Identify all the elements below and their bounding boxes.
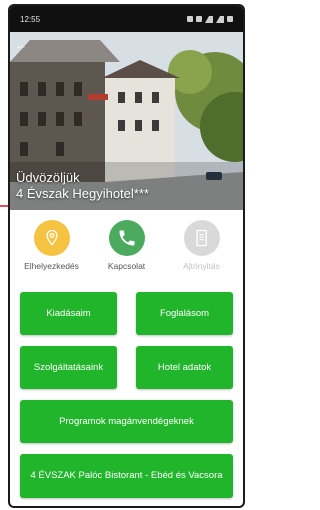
expenses-button[interactable]: Kiadásaim bbox=[20, 292, 117, 335]
location-action[interactable]: Elhelyezkedés bbox=[17, 220, 87, 280]
contact-label: Kapcsolat bbox=[107, 261, 146, 271]
phone-screen: 12:55 ← Üdvözöljük 4 Évszak Hegyihotel**… bbox=[8, 4, 245, 508]
menu-row: 4 ÉVSZAK Palóc Bistorant - Ebéd és Vacso… bbox=[20, 454, 233, 498]
notification-icon bbox=[187, 16, 193, 22]
hero-image: ← Üdvözöljük 4 Évszak Hegyihotel*** bbox=[10, 32, 243, 210]
services-button[interactable]: Szolgáltatásaink bbox=[20, 346, 117, 389]
page: 12:55 ← Üdvözöljük 4 Évszak Hegyihotel**… bbox=[0, 0, 247, 510]
contact-button[interactable] bbox=[108, 220, 145, 256]
action-row: Elhelyezkedés Kapcsolat Ajtónyitás bbox=[10, 210, 243, 280]
hero-title: Üdvözöljük 4 Évszak Hegyihotel*** bbox=[16, 170, 149, 202]
welcome-text: Üdvözöljük bbox=[16, 170, 80, 185]
hotel-name: 4 Évszak Hegyihotel*** bbox=[16, 186, 149, 201]
door-open-button[interactable] bbox=[183, 220, 220, 256]
menu-grid: Kiadásaim Foglalásom Szolgáltatásaink Ho… bbox=[10, 280, 243, 498]
wifi-icon bbox=[205, 15, 213, 23]
programs-button[interactable]: Programok magánvendégeknek bbox=[20, 400, 233, 443]
menu-row: Szolgáltatásaink Hotel adatok bbox=[20, 346, 233, 389]
status-time: 12:55 bbox=[20, 14, 41, 24]
notification-icon bbox=[196, 16, 202, 22]
signal-icon bbox=[216, 15, 224, 23]
location-pin-icon bbox=[45, 229, 58, 246]
phone-icon bbox=[119, 230, 134, 246]
location-button[interactable] bbox=[33, 220, 70, 256]
battery-icon bbox=[227, 16, 233, 22]
status-icons bbox=[187, 15, 233, 23]
location-label: Elhelyezkedés bbox=[24, 261, 79, 271]
menu-row: Kiadásaim Foglalásom bbox=[20, 292, 233, 335]
door-label: Ajtónyitás bbox=[183, 261, 220, 271]
booking-button[interactable]: Foglalásom bbox=[136, 292, 233, 335]
door-action[interactable]: Ajtónyitás bbox=[167, 220, 237, 280]
menu-row: Programok magánvendégeknek bbox=[20, 400, 233, 443]
hotel-info-button[interactable]: Hotel adatok bbox=[136, 346, 233, 389]
contact-action[interactable]: Kapcsolat bbox=[92, 220, 162, 280]
door-icon bbox=[195, 229, 207, 247]
back-button[interactable]: ← bbox=[14, 38, 28, 52]
status-bar: 12:55 bbox=[10, 6, 243, 32]
bistro-button[interactable]: 4 ÉVSZAK Palóc Bistorant - Ebéd és Vacso… bbox=[20, 454, 233, 498]
